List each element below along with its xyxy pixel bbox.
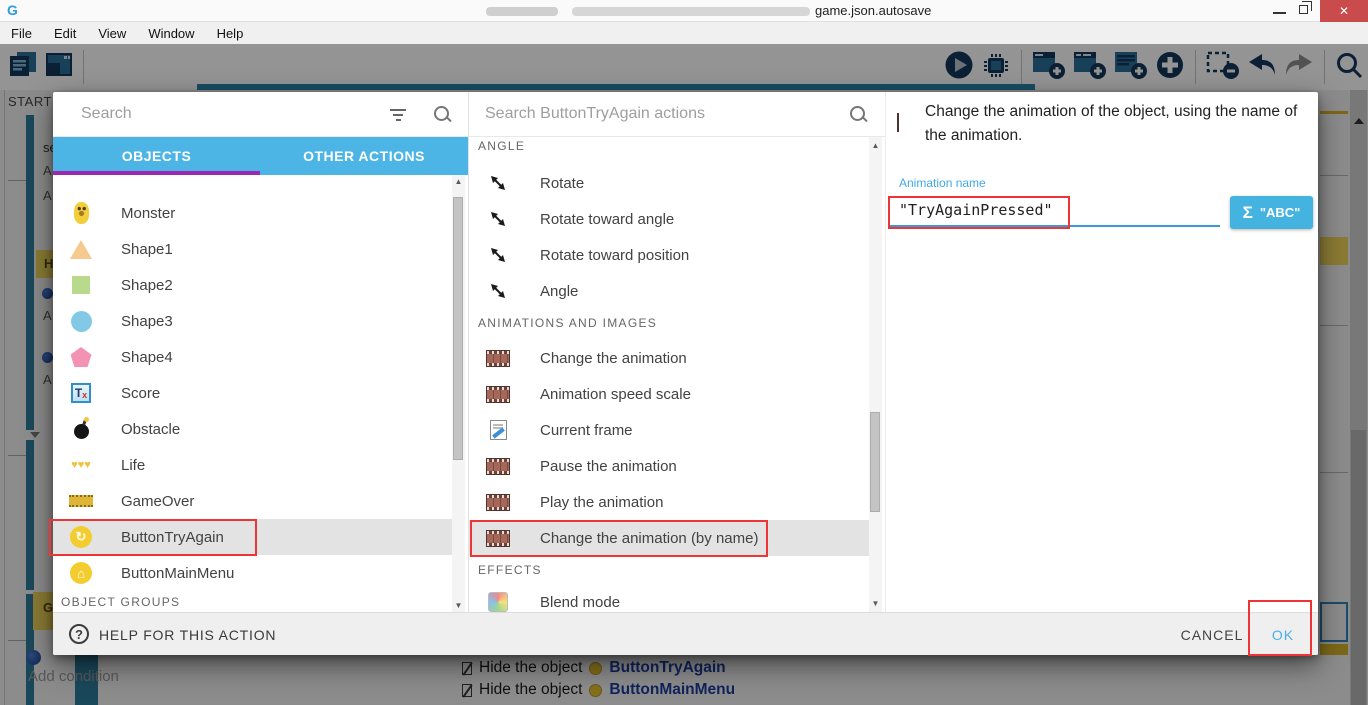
- home-button-icon: [63, 562, 99, 584]
- actions-search-input[interactable]: [485, 105, 785, 123]
- object-row-shape1[interactable]: Shape1: [53, 231, 452, 267]
- blend-mode-icon: [480, 592, 516, 612]
- action-row-change-animation[interactable]: Change the animation: [468, 340, 869, 376]
- sigma-icon: Σ: [1243, 203, 1253, 223]
- dialog-footer: HELP FOR THIS ACTION CANCEL OK: [53, 612, 1318, 655]
- objects-search-input[interactable]: [81, 105, 381, 123]
- menu-bar: File Edit View Window Help: [0, 22, 1368, 44]
- film-icon: [480, 530, 516, 547]
- bomb-icon: [63, 419, 99, 439]
- object-row-score[interactable]: Score: [53, 375, 452, 411]
- tab-objects[interactable]: OBJECTS: [53, 137, 260, 175]
- window-title: game.json.autosave: [815, 3, 931, 18]
- pentagon-icon: [63, 347, 99, 367]
- section-header-angle: ANGLE: [478, 139, 525, 153]
- rotate-icon: [480, 245, 516, 265]
- action-editor-dialog: OBJECTS OTHER ACTIONS Monster Shape1 Sha…: [53, 92, 1318, 655]
- action-row-current-frame[interactable]: Current frame: [468, 412, 869, 448]
- menu-view[interactable]: View: [87, 26, 137, 41]
- minimize-button[interactable]: [1273, 12, 1286, 14]
- object-row-obstacle[interactable]: Obstacle: [53, 411, 452, 447]
- film-icon: [897, 114, 899, 132]
- rotate-icon: [480, 281, 516, 301]
- action-row-angle[interactable]: Angle: [468, 273, 869, 309]
- ok-button[interactable]: OK: [1261, 621, 1305, 649]
- menu-window[interactable]: Window: [137, 26, 205, 41]
- scroll-up-icon[interactable]: ▲: [452, 177, 465, 186]
- object-row-buttonmainmenu[interactable]: ButtonMainMenu: [53, 555, 452, 591]
- animation-name-input[interactable]: [888, 195, 1220, 227]
- title-bar: G game.json.autosave ✕: [0, 0, 1368, 22]
- object-row-life[interactable]: Life: [53, 447, 452, 483]
- cancel-button[interactable]: CANCEL: [1171, 621, 1253, 649]
- panel-divider: [885, 92, 886, 612]
- rotate-icon: [480, 209, 516, 229]
- monster-icon: [63, 202, 99, 224]
- scrollbar-thumb[interactable]: [453, 197, 463, 460]
- animation-name-label: Animation name: [899, 176, 986, 190]
- gdevelop-logo-icon: G: [7, 2, 18, 18]
- triangle-icon: [63, 240, 99, 259]
- section-header-effects: EFFECTS: [478, 563, 542, 577]
- object-row-shape3[interactable]: Shape3: [53, 303, 452, 339]
- search-icon[interactable]: [850, 106, 869, 125]
- action-row-rotate-toward-angle[interactable]: Rotate toward angle: [468, 201, 869, 237]
- scroll-down-icon[interactable]: ▼: [869, 599, 882, 608]
- redacted-title-segment: [572, 7, 810, 16]
- object-row-shape4[interactable]: Shape4: [53, 339, 452, 375]
- film-icon: [480, 350, 516, 367]
- scrollbar-thumb[interactable]: [870, 412, 880, 512]
- action-row-pause-animation[interactable]: Pause the animation: [468, 448, 869, 484]
- action-row-play-animation[interactable]: Play the animation: [468, 484, 869, 520]
- banner-icon: [63, 495, 99, 507]
- search-icon[interactable]: [434, 106, 453, 125]
- objects-search-box: [53, 92, 468, 137]
- film-icon: [480, 494, 516, 511]
- film-icon: [480, 458, 516, 475]
- hearts-icon: [63, 459, 99, 471]
- section-header-animations: ANIMATIONS AND IMAGES: [478, 316, 657, 330]
- help-link[interactable]: HELP FOR THIS ACTION: [99, 627, 276, 643]
- scroll-up-icon[interactable]: ▲: [869, 141, 882, 150]
- active-tab-indicator: [53, 171, 260, 175]
- app-window: G game.json.autosave ✕ File Edit View Wi…: [0, 0, 1368, 705]
- square-icon: [63, 276, 99, 294]
- rotate-icon: [480, 173, 516, 193]
- objects-scrollbar[interactable]: ▲ ▼: [452, 175, 465, 612]
- filter-icon[interactable]: [389, 108, 407, 122]
- object-tabs: OBJECTS OTHER ACTIONS: [53, 137, 468, 175]
- retry-button-icon: [63, 526, 99, 548]
- film-icon: [480, 386, 516, 403]
- actions-search-box: [469, 92, 885, 137]
- action-row-rotate[interactable]: Rotate: [468, 165, 869, 201]
- action-row-animation-speed-scale[interactable]: Animation speed scale: [468, 376, 869, 412]
- expression-editor-button[interactable]: Σ "ABC": [1230, 196, 1313, 229]
- help-icon[interactable]: [69, 624, 89, 644]
- close-button[interactable]: ✕: [1320, 0, 1368, 22]
- object-row-monster[interactable]: Monster: [53, 195, 452, 231]
- object-row-buttontryagain[interactable]: ButtonTryAgain: [53, 519, 452, 555]
- object-groups-header: OBJECT GROUPS: [61, 595, 180, 609]
- tab-other-actions[interactable]: OTHER ACTIONS: [260, 137, 468, 175]
- menu-edit[interactable]: Edit: [43, 26, 87, 41]
- action-description: Change the animation of the object, usin…: [925, 100, 1313, 148]
- text-object-icon: [63, 383, 99, 403]
- action-row-rotate-toward-position[interactable]: Rotate toward position: [468, 237, 869, 273]
- scroll-down-icon[interactable]: ▼: [452, 601, 465, 610]
- menu-file[interactable]: File: [0, 26, 43, 41]
- circle-icon: [63, 311, 99, 332]
- action-row-change-animation-by-name[interactable]: Change the animation (by name): [468, 520, 869, 556]
- restore-button[interactable]: [1299, 5, 1308, 14]
- object-row-gameover[interactable]: GameOver: [53, 483, 452, 519]
- object-row-shape2[interactable]: Shape2: [53, 267, 452, 303]
- menu-help[interactable]: Help: [206, 26, 255, 41]
- frame-icon: [480, 420, 516, 440]
- redacted-title-segment: [486, 7, 558, 16]
- actions-scrollbar[interactable]: ▲ ▼: [869, 137, 882, 612]
